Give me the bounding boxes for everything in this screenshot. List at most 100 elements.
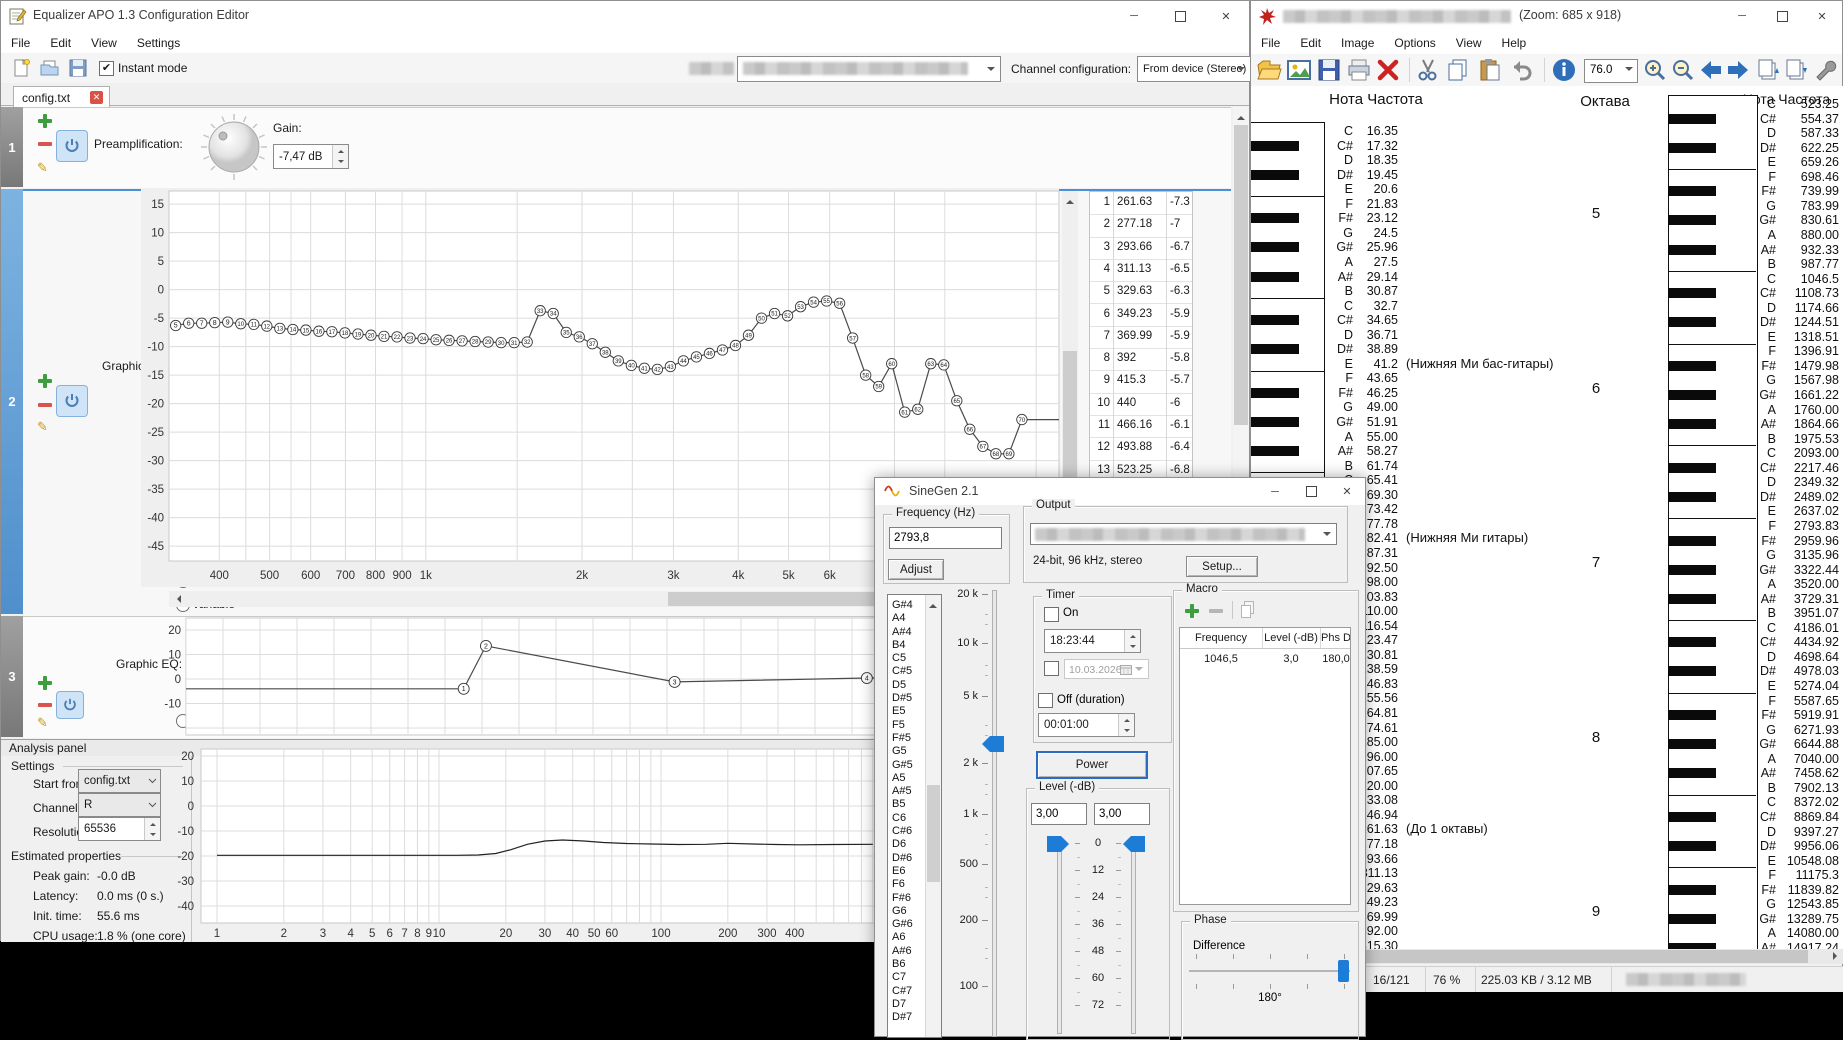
maximize-button[interactable] xyxy=(1293,478,1329,505)
eq-band-marker[interactable]: 9 xyxy=(222,316,234,328)
level-left-input[interactable]: 3,00 xyxy=(1031,803,1087,825)
minimize-button[interactable]: ─ xyxy=(1257,478,1293,505)
eq-band-marker[interactable]: 45 xyxy=(690,351,703,363)
spinner-arrows[interactable] xyxy=(1118,714,1134,736)
info-icon[interactable] xyxy=(1551,57,1577,83)
eq-band-marker[interactable]: 18 xyxy=(339,327,351,339)
band-table-row[interactable]: 9 415.3 -5.7 xyxy=(1090,370,1192,394)
eq-band-marker[interactable]: 14 xyxy=(287,323,299,336)
band-table-row[interactable]: 1 261.63 -7.3 xyxy=(1090,192,1192,216)
band-table-row[interactable]: 4 311.13 -6.5 xyxy=(1090,259,1192,283)
minimize-button[interactable]: ─ xyxy=(1722,1,1762,31)
print-icon[interactable] xyxy=(1346,57,1372,83)
level-left-slider-thumb[interactable] xyxy=(1046,835,1070,853)
eq-band-marker[interactable]: 2 xyxy=(479,639,492,652)
eq-band-marker[interactable]: 24 xyxy=(417,332,429,345)
scroll-right-icon[interactable] xyxy=(1833,952,1841,960)
adjust-button[interactable]: Adjust xyxy=(888,559,944,580)
eq-band-marker[interactable]: 41 xyxy=(638,362,651,374)
menu-options[interactable]: Options xyxy=(1384,31,1445,54)
eq-band-marker[interactable]: 46 xyxy=(703,347,716,360)
note-list-item[interactable]: A#4 xyxy=(889,626,925,639)
note-list-item[interactable]: B5 xyxy=(889,798,925,811)
eq-band-marker[interactable]: 21 xyxy=(378,330,390,342)
scroll-left-icon[interactable] xyxy=(173,595,181,603)
eq-band-marker[interactable]: 17 xyxy=(326,326,338,338)
delete-icon[interactable] xyxy=(1375,57,1401,83)
eq-band-marker[interactable]: 50 xyxy=(755,312,768,324)
eqapo-titlebar[interactable]: Equalizer APO 1.3 Configuration Editor ─… xyxy=(1,1,1249,31)
macro-cell[interactable]: 3,0 xyxy=(1262,649,1320,669)
note-list-item[interactable]: D#5 xyxy=(889,692,925,705)
duration-spinner[interactable]: 00:01:00 xyxy=(1038,713,1135,737)
sinegen-titlebar[interactable]: SineGen 2.1 ─ ✕ xyxy=(875,478,1365,505)
scroll-up-icon[interactable] xyxy=(929,600,937,608)
eq-band-marker[interactable]: 28 xyxy=(469,335,481,348)
band-table-row[interactable]: 12 493.88 -6.4 xyxy=(1090,437,1192,461)
note-list-item[interactable]: G5 xyxy=(889,745,925,758)
eq-band-marker[interactable]: 39 xyxy=(612,355,624,367)
gain-spinner[interactable]: -7,47 dB xyxy=(273,144,349,169)
eq-band-marker[interactable]: 27 xyxy=(456,335,468,347)
eq-band-marker[interactable]: 23 xyxy=(404,332,416,344)
note-list-item[interactable]: B4 xyxy=(889,639,925,652)
note-list-item[interactable]: E5 xyxy=(889,705,925,718)
section-2-tab[interactable]: 2 xyxy=(1,189,23,614)
edit-icon[interactable]: ✎ xyxy=(37,160,48,176)
eq-band-marker[interactable]: 57 xyxy=(846,332,859,344)
menu-help[interactable]: Help xyxy=(1492,31,1537,54)
macro-cell[interactable]: 180,0 xyxy=(1320,649,1350,669)
note-list-item[interactable]: F#6 xyxy=(889,892,925,905)
edit-icon[interactable]: ✎ xyxy=(37,419,48,435)
note-list-item[interactable]: E6 xyxy=(889,865,925,878)
eq-band-marker[interactable]: 10 xyxy=(235,318,247,330)
eq-band-marker[interactable]: 25 xyxy=(430,334,442,346)
spinner-arrows[interactable] xyxy=(1124,630,1140,652)
paste-icon[interactable] xyxy=(1477,57,1503,83)
eq-band-marker[interactable]: 4 xyxy=(860,672,873,684)
note-list-item[interactable]: G#6 xyxy=(889,918,925,931)
menu-view[interactable]: View xyxy=(81,31,127,53)
eq-band-marker[interactable]: 51 xyxy=(768,307,781,320)
phase-slider-track[interactable] xyxy=(1189,970,1350,972)
properties-wrench-icon[interactable] xyxy=(1813,57,1839,83)
band-table-row[interactable]: 5 329.63 -6.3 xyxy=(1090,281,1192,305)
eq-band-marker[interactable]: 47 xyxy=(716,344,729,356)
cut-icon[interactable] xyxy=(1415,57,1441,83)
menu-image[interactable]: Image xyxy=(1331,31,1384,54)
timer-on-checkbox[interactable] xyxy=(1044,607,1059,622)
add-filter-button[interactable] xyxy=(37,675,53,691)
add-filter-button[interactable] xyxy=(37,113,53,129)
band-table-row[interactable]: 8 392 -5.8 xyxy=(1090,348,1192,372)
note-list-item[interactable]: D#7 xyxy=(889,1011,925,1024)
eq-band-marker[interactable]: 49 xyxy=(742,329,755,341)
eq-band-marker[interactable]: 43 xyxy=(664,360,677,373)
eq-band-marker[interactable]: 56 xyxy=(833,297,846,309)
macro-column-header[interactable]: Level (-dB) xyxy=(1262,628,1321,649)
eq-band-marker[interactable]: 33 xyxy=(534,305,546,317)
eq-band-marker[interactable]: 44 xyxy=(677,355,690,367)
section-3-tab[interactable]: 3 xyxy=(1,616,23,737)
date-checkbox[interactable] xyxy=(1044,661,1059,676)
band-table-row[interactable]: 6 349.23 -5.9 xyxy=(1090,304,1192,327)
macro-table[interactable]: Frequency Level (-dB) Phs D 1046,5 3,0 180,0 xyxy=(1179,627,1351,905)
menu-view[interactable]: View xyxy=(1446,31,1492,54)
eq-band-marker[interactable]: 60 xyxy=(886,358,898,370)
eq-band-marker[interactable]: 63 xyxy=(925,358,937,370)
scrollbar-thumb[interactable] xyxy=(1234,125,1248,425)
note-list-item[interactable]: F6 xyxy=(889,878,925,891)
note-list-item[interactable]: G#5 xyxy=(889,759,925,772)
scroll-up-icon[interactable] xyxy=(1237,112,1245,120)
macro-column-header[interactable]: Phs D xyxy=(1320,628,1350,649)
copy-icon[interactable] xyxy=(1240,601,1255,619)
remove-filter-button[interactable] xyxy=(37,136,53,152)
add-filter-button[interactable] xyxy=(37,373,53,389)
spinner-arrows[interactable] xyxy=(332,145,348,168)
note-list-item[interactable]: D6 xyxy=(889,838,925,851)
eq-band-marker[interactable]: 64 xyxy=(938,359,950,371)
eq-band-marker[interactable]: 67 xyxy=(977,440,989,452)
eq-band-marker[interactable]: 37 xyxy=(586,338,598,350)
previous-image-icon[interactable] xyxy=(1698,57,1724,83)
macro-add-button[interactable] xyxy=(1184,603,1200,619)
zoom-in-icon[interactable] xyxy=(1642,57,1668,83)
